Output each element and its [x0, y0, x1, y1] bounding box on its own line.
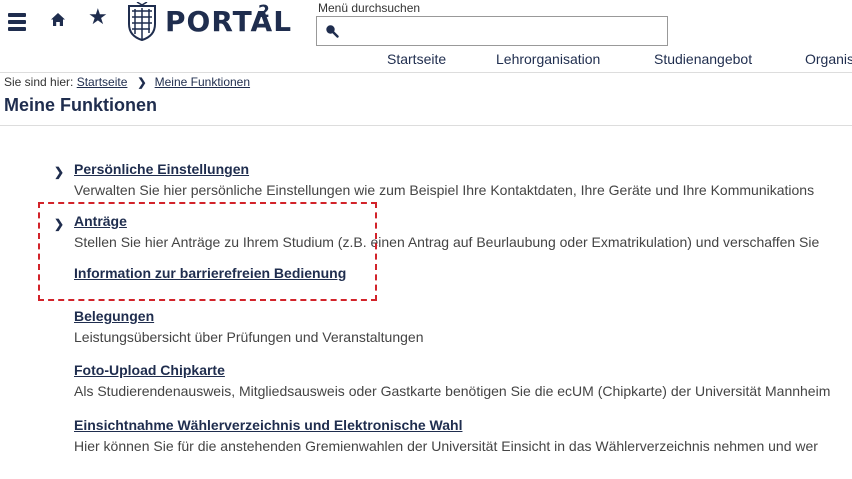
home-icon[interactable]: [50, 12, 66, 28]
search-label: Menü durchsuchen: [318, 1, 421, 15]
menu-icon[interactable]: [8, 13, 26, 31]
list-item: Einsichtnahme Wählerverzeichnis und Elek…: [0, 417, 852, 457]
header: ★ PORTAL 2 Menü durchsuchen Startseite L…: [0, 0, 852, 72]
entry-description: Verwalten Sie hier persönliche Einstellu…: [74, 182, 815, 198]
chevron-right-icon[interactable]: ❯: [54, 165, 64, 179]
list-item: Belegungen Leistungsübersicht über Prüfu…: [0, 308, 852, 348]
crest-icon: [128, 2, 156, 42]
breadcrumb-startseite[interactable]: Startseite: [77, 75, 128, 89]
entry-description: Hier können Sie für die anstehenden Grem…: [74, 438, 818, 454]
breadcrumb-meine-funktionen[interactable]: Meine Funktionen: [155, 75, 250, 89]
entry-description: Leistungsübersicht über Prüfungen und Ve…: [74, 329, 424, 345]
logo-superscript: 2: [258, 2, 270, 22]
portal-logo[interactable]: PORTAL 2: [124, 2, 291, 42]
logo-text: PORTAL: [165, 5, 293, 38]
link-persoenliche-einstellungen[interactable]: Persönliche Einstellungen: [74, 161, 249, 177]
page-title: Meine Funktionen: [4, 95, 157, 115]
search-input[interactable]: [345, 21, 661, 41]
nav-item-startseite[interactable]: Startseite: [387, 51, 446, 67]
link-foto-upload-chipkarte[interactable]: Foto-Upload Chipkarte: [74, 362, 225, 378]
main-nav: Startseite Lehrorganisation Studienangeb…: [0, 50, 852, 70]
search-icon: [326, 25, 339, 38]
breadcrumb: Sie sind hier: Startseite ❯ Meine Funktion…: [4, 75, 250, 89]
list-item: ❯ Persönliche Einstellungen Verwalten Si…: [0, 161, 852, 201]
highlight-box: [38, 202, 377, 301]
nav-item-studienangebot[interactable]: Studienangebot: [654, 51, 752, 67]
star-icon[interactable]: ★: [88, 7, 108, 29]
entry-description: Als Studierendenausweis, Mitgliedsauswei…: [74, 383, 831, 399]
title-divider: [0, 125, 852, 126]
header-divider: [0, 72, 852, 73]
nav-item-organisation[interactable]: Organis: [805, 51, 852, 67]
search-box[interactable]: [316, 16, 668, 46]
link-belegungen[interactable]: Belegungen: [74, 308, 154, 324]
list-item: Foto-Upload Chipkarte Als Studierendenau…: [0, 362, 852, 402]
breadcrumb-prefix: Sie sind hier:: [4, 75, 74, 89]
link-waehlerverzeichnis[interactable]: Einsichtnahme Wählerverzeichnis und Elek…: [74, 417, 462, 433]
chevron-right-icon: ❯: [137, 77, 147, 89]
nav-item-lehrorganisation[interactable]: Lehrorganisation: [496, 51, 600, 67]
